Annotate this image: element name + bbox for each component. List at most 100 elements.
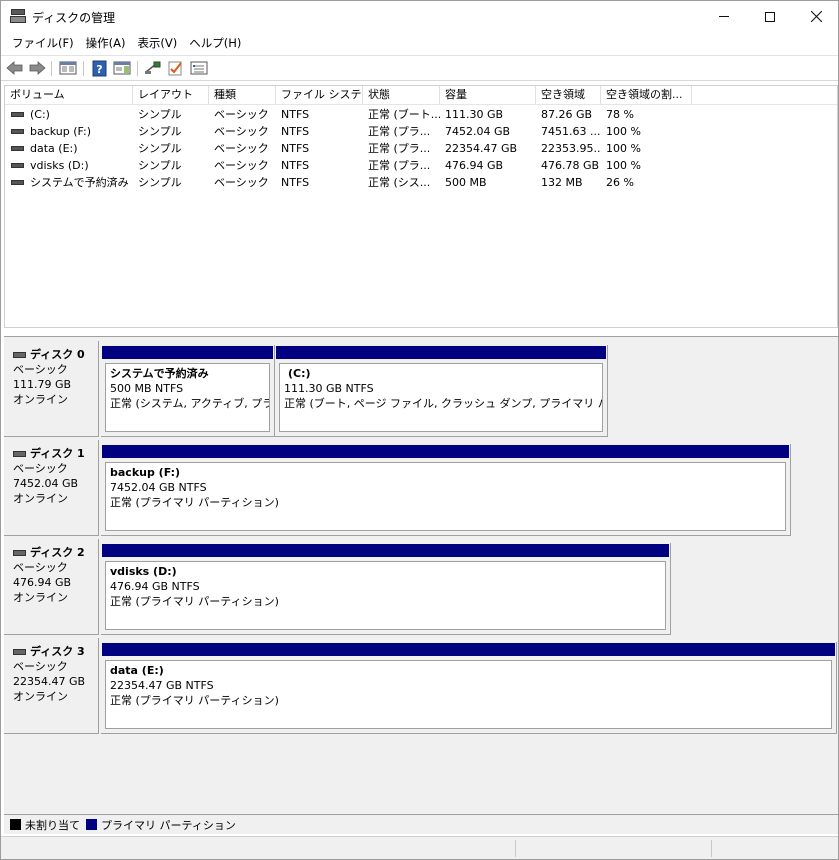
menu-action[interactable]: 操作(A) xyxy=(80,32,132,54)
cell-free-space-text: 7451.63 ... xyxy=(541,125,601,138)
partition-name: vdisks (D:) xyxy=(110,565,177,578)
legend-label: 未割り当て xyxy=(25,818,80,832)
disk-size: 476.94 GB xyxy=(13,576,72,589)
disk-name: ディスク 2 xyxy=(30,546,85,559)
partition-size: 7452.04 GB NTFS xyxy=(110,481,207,494)
volume-drive-icon xyxy=(11,146,24,151)
menu-help[interactable]: ヘルプ(H) xyxy=(183,32,247,54)
title-bar: ディスクの管理 xyxy=(1,1,838,32)
column-volume[interactable]: ボリューム xyxy=(5,86,133,105)
list-settings-icon[interactable] xyxy=(190,60,208,77)
cell-file-system: NTFS xyxy=(276,157,363,174)
cell-layout-text: シンプル xyxy=(138,108,182,121)
partition-vdisks-d[interactable]: vdisks (D:) 476.94 GB NTFS 正常 (プライマリ パーテ… xyxy=(101,543,671,635)
cell-status-text: 正常 (プラ... xyxy=(368,159,431,172)
cell-layout-text: シンプル xyxy=(138,176,182,189)
volume-row[interactable]: vdisks (D:) シンプル ベーシック NTFS 正常 (プラ... 476.94 … xyxy=(5,157,837,174)
volume-drive-icon xyxy=(11,129,24,134)
menu-file[interactable]: ファイル(F) xyxy=(6,32,80,54)
forward-arrow-icon[interactable] xyxy=(28,60,46,77)
column-status[interactable]: 状態 xyxy=(363,86,440,105)
column-free-space[interactable]: 空き領域 xyxy=(536,86,601,105)
minimize-button[interactable] xyxy=(701,1,747,32)
cell-percent-free-text: 78 % xyxy=(606,108,634,121)
legend-unallocated: 未割り当て xyxy=(10,817,80,833)
volume-row[interactable]: (C:) シンプル ベーシック NTFS 正常 (ブート... 111.30 GB 87.2… xyxy=(5,106,837,123)
disk-label-0[interactable]: ディスク 0 ベーシック 111.79 GB オンライン xyxy=(4,341,99,437)
partition-name: data (E:) xyxy=(110,664,164,677)
disk-management-window: ディスクの管理 ファイル(F) 操作(A) 表示(V) ヘルプ(H) ? ボリュ… xyxy=(0,0,839,860)
partition-name: (C:) xyxy=(288,367,311,380)
svg-text:?: ? xyxy=(96,63,102,76)
partition-data-e[interactable]: data (E:) 22354.47 GB NTFS 正常 (プライマリ パーテ… xyxy=(101,642,837,734)
partition-system-reserved[interactable]: システムで予約済み 500 MB NTFS 正常 (システム, アクティブ, プ… xyxy=(101,345,275,437)
disk-size: 22354.47 GB xyxy=(13,675,86,688)
disk-name: ディスク 1 xyxy=(30,447,85,460)
cell-status-text: 正常 (プラ... xyxy=(368,125,431,138)
cell-free-space: 476.78 GB xyxy=(536,157,601,174)
cell-capacity-text: 22354.47 GB xyxy=(445,142,518,155)
cell-layout: シンプル xyxy=(133,157,209,174)
cell-status: 正常 (プラ... xyxy=(363,157,440,174)
menu-view[interactable]: 表示(V) xyxy=(131,32,183,54)
cell-percent-free: 78 % xyxy=(601,106,692,123)
cell-percent-free-text: 26 % xyxy=(606,176,634,189)
cell-free-space: 7451.63 ... xyxy=(536,123,601,140)
cell-capacity: 500 MB xyxy=(440,174,536,191)
column-file-system[interactable]: ファイル システム xyxy=(276,86,363,105)
disk-status: オンライン xyxy=(13,690,68,703)
cell-capacity-text: 111.30 GB xyxy=(445,108,504,121)
cell-volume-text: vdisks (D:) xyxy=(30,159,89,172)
volume-row[interactable]: backup (F:) シンプル ベーシック NTFS 正常 (プラ... 7452.04… xyxy=(5,123,837,140)
cell-free-space: 87.26 GB xyxy=(536,106,601,123)
column-type[interactable]: 種類 xyxy=(209,86,276,105)
cell-layout: シンプル xyxy=(133,174,209,191)
cell-status: 正常 (ブート... xyxy=(363,106,440,123)
disk-drive-icon xyxy=(13,450,26,457)
minimize-icon xyxy=(719,16,729,17)
column-percent-free[interactable]: 空き領域の割... xyxy=(601,86,692,105)
volume-row[interactable]: data (E:) シンプル ベーシック NTFS 正常 (プラ... 22354.47 … xyxy=(5,140,837,157)
close-icon xyxy=(810,11,822,22)
volume-drive-icon xyxy=(11,180,24,185)
volume-list: ボリューム レイアウト 種類 ファイル システム 状態 容量 空き領域 空き領域… xyxy=(4,85,838,328)
maximize-button[interactable] xyxy=(747,1,793,32)
disk-status: オンライン xyxy=(13,393,68,406)
cell-volume-text: backup (F:) xyxy=(30,125,92,138)
disk-label-2[interactable]: ディスク 2 ベーシック 476.94 GB オンライン xyxy=(4,539,99,635)
column-layout[interactable]: レイアウト xyxy=(133,86,209,105)
volume-list-rows: (C:) シンプル ベーシック NTFS 正常 (ブート... 111.30 GB 87.2… xyxy=(5,106,837,191)
partition-status: 正常 (プライマリ パーティション) xyxy=(110,694,279,707)
back-arrow-icon[interactable] xyxy=(6,60,24,77)
disk-label-3[interactable]: ディスク 3 ベーシック 22354.47 GB オンライン xyxy=(4,638,99,734)
help-icon[interactable]: ? xyxy=(91,60,109,77)
action-pane-icon[interactable] xyxy=(113,60,131,77)
disk-size: 111.79 GB xyxy=(13,378,72,391)
disk-status: オンライン xyxy=(13,492,68,505)
properties-view-icon[interactable] xyxy=(59,60,77,77)
cell-volume: システムで予約済み xyxy=(5,174,133,191)
partition-c[interactable]: (C:) 111.30 GB NTFS 正常 (ブート, ページ ファイル, ク… xyxy=(275,345,608,437)
connect-icon[interactable] xyxy=(144,60,162,77)
partition-status: 正常 (プライマリ パーティション) xyxy=(110,595,279,608)
cell-type-text: ベーシック xyxy=(214,159,269,172)
close-button[interactable] xyxy=(793,1,839,32)
partition-name: システムで予約済み xyxy=(110,367,209,380)
disk-label-1[interactable]: ディスク 1 ベーシック 7452.04 GB オンライン xyxy=(4,440,99,536)
cell-type: ベーシック xyxy=(209,123,276,140)
cell-capacity-text: 476.94 GB xyxy=(445,159,504,172)
cell-free-space-text: 476.78 GB xyxy=(541,159,600,172)
window-title: ディスクの管理 xyxy=(32,11,116,25)
cell-volume-text: data (E:) xyxy=(30,142,78,155)
cell-volume-text: (C:) xyxy=(30,108,50,121)
cell-status: 正常 (プラ... xyxy=(363,140,440,157)
volume-row[interactable]: システムで予約済み シンプル ベーシック NTFS 正常 (シス... 500 MB 132… xyxy=(5,174,837,191)
column-capacity[interactable]: 容量 xyxy=(440,86,536,105)
menu-bar: ファイル(F) 操作(A) 表示(V) ヘルプ(H) xyxy=(1,32,838,54)
partition-backup-f[interactable]: backup (F:) 7452.04 GB NTFS 正常 (プライマリ パー… xyxy=(101,444,791,536)
cell-volume: data (E:) xyxy=(5,140,133,157)
check-icon[interactable] xyxy=(167,60,185,77)
cell-status-text: 正常 (ブート... xyxy=(368,108,440,121)
partition-name: backup (F:) xyxy=(110,466,181,479)
cell-volume: backup (F:) xyxy=(5,123,133,140)
